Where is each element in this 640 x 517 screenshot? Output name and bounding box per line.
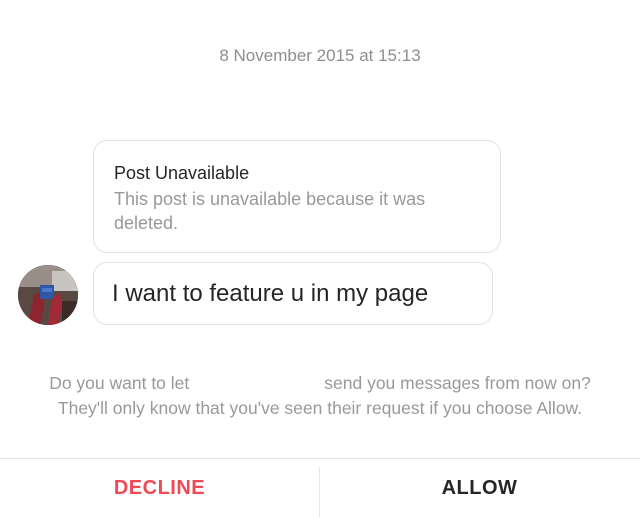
post-title: Post Unavailable [114, 163, 250, 183]
decline-button[interactable]: DECLINE [0, 459, 319, 517]
avatar-photo [18, 265, 78, 325]
message-bubble[interactable]: I want to feature u in my page [93, 262, 493, 325]
request-note: They'll only know that you've seen their… [57, 398, 583, 418]
sender-avatar[interactable] [18, 265, 78, 325]
message-text: I want to feature u in my page [112, 279, 429, 307]
message-timestamp: 8 November 2015 at 15:13 [219, 46, 421, 65]
allow-button[interactable]: ALLOW [320, 459, 639, 517]
post-description: This post is unavailable because it was … [114, 189, 426, 233]
request-prompt-start: Do you want to let [49, 373, 190, 393]
unavailable-post-card[interactable]: Post Unavailable This post is unavailabl… [93, 140, 501, 253]
request-prompt-end: send you messages from now on? [324, 373, 591, 393]
message-request-prompt: Do you want to let send you messages from… [10, 371, 630, 421]
